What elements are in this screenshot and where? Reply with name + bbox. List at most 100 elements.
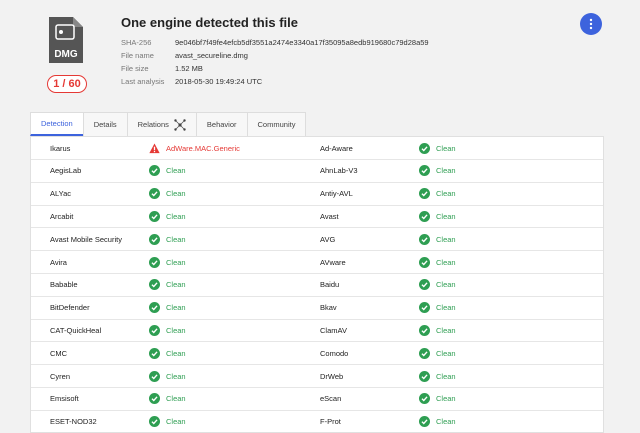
engine-name: Comodo [320, 348, 349, 358]
meta-row-last-analysis: Last analysis 2018-05-30 19:49:24 UTC [121, 75, 429, 88]
check-circle-icon [149, 210, 160, 222]
detection-result-clean: Clean [419, 137, 456, 159]
check-circle-icon [419, 233, 430, 245]
meta-value: avast_secureline.dmg [175, 51, 248, 60]
engine-name: AhnLab-V3 [320, 166, 358, 176]
meta-label: SHA-256 [121, 38, 152, 47]
detection-result-clean: Clean [419, 160, 456, 182]
check-circle-icon [419, 324, 430, 336]
check-circle-icon [149, 188, 160, 200]
engine-name: Ikarus [50, 143, 71, 153]
page-title: One engine detected this file [121, 15, 298, 30]
meta-label: File name [121, 51, 154, 60]
check-circle-icon [419, 256, 430, 268]
result-label: Clean [436, 348, 456, 358]
engine-name: Bkav [320, 303, 337, 313]
check-circle-icon [419, 188, 430, 200]
table-row: CMC Clean Comodo Clean [31, 342, 603, 366]
check-circle-icon [149, 256, 160, 268]
engine-name: Arcabit [50, 211, 74, 221]
result-label: Clean [436, 371, 456, 381]
result-label: Clean [436, 394, 456, 404]
engine-name: ALYac [50, 189, 71, 199]
detection-result-clean: Clean [419, 205, 456, 227]
detection-result-clean: Clean [149, 274, 186, 296]
result-label: Clean [436, 257, 456, 267]
check-circle-icon [149, 279, 160, 291]
engine-name: Baidu [320, 280, 340, 290]
check-circle-icon [419, 416, 430, 428]
detection-result-clean: Clean [149, 388, 186, 410]
table-row: CAT-QuickHeal Clean ClamAV Clean [31, 319, 603, 343]
tab-details[interactable]: Details [82, 112, 128, 136]
detection-result-clean: Clean [149, 205, 186, 227]
tab-behavior[interactable]: Behavior [195, 112, 248, 136]
result-label: AdWare.MAC.Generic [166, 143, 240, 153]
check-circle-icon [149, 370, 160, 382]
result-label: Clean [436, 325, 456, 335]
engine-name: CAT-QuickHeal [50, 325, 102, 335]
engine-name: BitDefender [50, 303, 90, 313]
result-label: Clean [166, 325, 186, 335]
detection-result-clean: Clean [419, 319, 456, 341]
table-row: Avira Clean AVware Clean [31, 251, 603, 274]
result-label: Clean [166, 234, 186, 244]
result-label: Clean [166, 211, 186, 221]
tab-detection[interactable]: Detection [30, 112, 84, 136]
result-label: Clean [166, 189, 186, 199]
detection-result-clean: Clean [419, 297, 456, 319]
engine-name: eScan [320, 394, 342, 404]
detection-result-malicious: AdWare.MAC.Generic [149, 137, 240, 159]
tab-label: Detection [41, 119, 73, 128]
detection-result-clean: Clean [149, 228, 186, 250]
result-label: Clean [166, 303, 186, 313]
engine-name: AVG [320, 234, 336, 244]
tab-label: Behavior [206, 120, 237, 129]
detection-table: Ikarus AdWare.MAC.Generic Ad-Aware Clean Aeg… [30, 136, 604, 433]
engine-name: Avast [320, 211, 339, 221]
table-row: ALYac Clean Antiy-AVL Clean [31, 183, 603, 206]
tab-label: Relations [137, 120, 169, 129]
more-options-button[interactable] [580, 13, 602, 35]
dmg-file-icon: DMG [49, 17, 83, 63]
check-circle-icon [419, 370, 430, 382]
engine-name: CMC [50, 348, 68, 358]
engine-name: ClamAV [320, 325, 347, 335]
tab-community[interactable]: Community [246, 112, 307, 136]
meta-row-sha256: SHA-256 9e046bf7f49fe4efcb5df3551a2474e3… [121, 36, 429, 49]
result-label: Clean [436, 417, 456, 427]
detection-score: 1 / 60 [47, 75, 87, 93]
meta-row-file-name: File name avast_secureline.dmg [121, 49, 429, 62]
table-row: Emsisoft Clean eScan Clean [31, 388, 603, 411]
file-type-label: DMG [54, 49, 78, 60]
result-label: Clean [166, 348, 186, 358]
engine-name: Avira [50, 257, 67, 267]
tab-relations[interactable]: Relations [126, 112, 197, 136]
meta-label: Last analysis [121, 77, 165, 86]
check-circle-icon [419, 142, 430, 154]
engine-name: Antiy-AVL [320, 189, 353, 199]
engine-name: ESET-NOD32 [50, 417, 97, 427]
result-label: Clean [436, 303, 456, 313]
check-circle-icon [419, 347, 430, 359]
result-label: Clean [436, 280, 456, 290]
graph-icon [174, 118, 186, 131]
table-row: Cyren Clean DrWeb Clean [31, 365, 603, 388]
detection-result-clean: Clean [149, 365, 186, 387]
check-circle-icon [149, 416, 160, 428]
detection-result-clean: Clean [419, 274, 456, 296]
detection-result-clean: Clean [149, 251, 186, 273]
tab-label: Community [257, 120, 296, 129]
detection-result-clean: Clean [149, 411, 186, 433]
table-row: Arcabit Clean Avast Clean [31, 205, 603, 229]
engine-name: Avast Mobile Security [50, 234, 122, 244]
engine-name: DrWeb [320, 371, 344, 381]
meta-value: 9e046bf7f49fe4efcb5df3551a2474e3340a17f3… [175, 38, 429, 47]
engine-name: Babable [50, 280, 78, 290]
meta-label: File size [121, 64, 149, 73]
detection-result-clean: Clean [149, 160, 186, 182]
meta-value: 1.52 MB [175, 64, 203, 73]
table-row: Avast Mobile Security Clean AVG Clean [31, 228, 603, 252]
check-circle-icon [419, 165, 430, 177]
result-label: Clean [166, 166, 186, 176]
